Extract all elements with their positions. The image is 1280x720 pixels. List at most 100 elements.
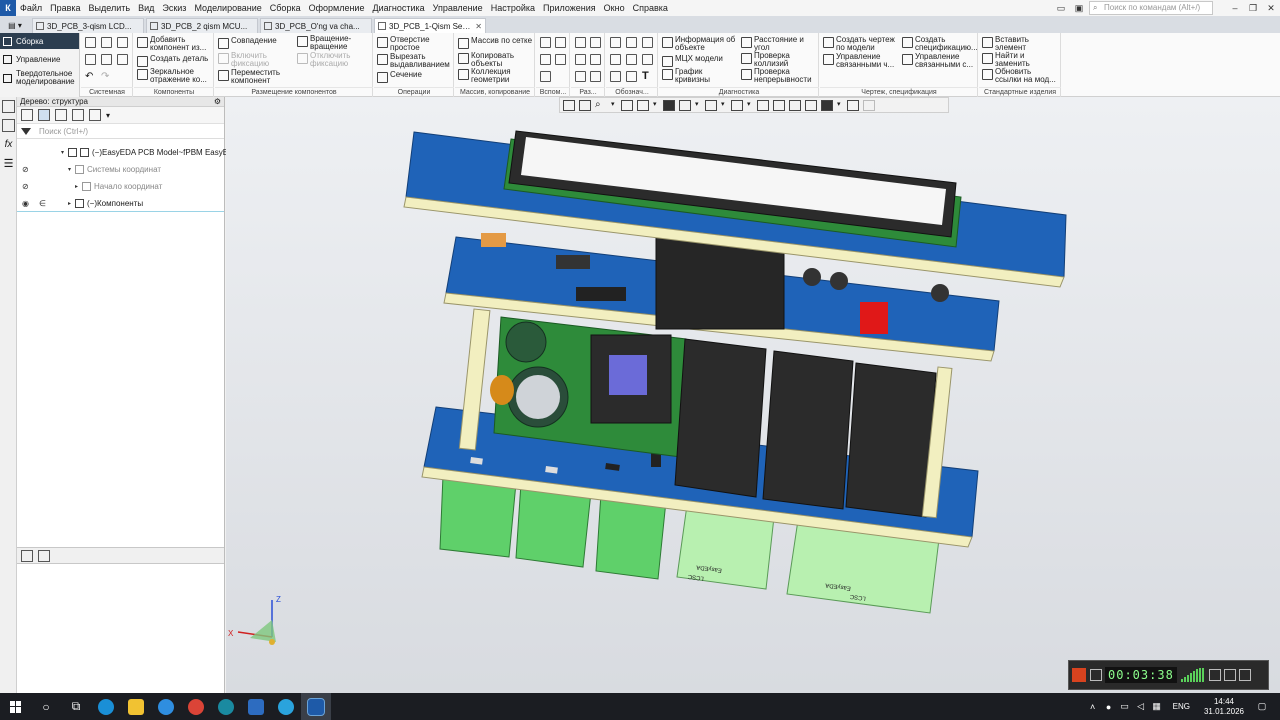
tab-doc-1[interactable]: 3D_PCB_3-qism LCD... (32, 18, 144, 33)
tab-doc-3[interactable]: 3D_PCB_O'ng va cha... (260, 18, 372, 33)
update-links-button[interactable]: Обновить ссылки на мод... (982, 68, 1057, 84)
hidden-eye-icon[interactable]: ⊘ (22, 182, 29, 191)
print-icon[interactable] (85, 54, 96, 65)
collision-check-button[interactable]: Проверка коллизий (741, 52, 816, 68)
marking-icon[interactable] (642, 54, 653, 65)
filter-view-icon[interactable] (55, 109, 67, 121)
task-view-icon[interactable]: ⧉ (61, 693, 91, 720)
simple-hole-button[interactable]: Отверстие простое (377, 36, 452, 52)
tree-row-components[interactable]: ◉ ∈ ▸ (−)Компоненты (17, 195, 224, 212)
curvature-graph-button[interactable]: График кривизны (662, 68, 737, 84)
geometry-collection-button[interactable]: Коллекция геометрии (458, 68, 533, 84)
tree-search-input[interactable]: Поиск (Ctrl+/) (39, 127, 88, 136)
tree-panel-icon[interactable] (2, 100, 15, 113)
aux-plane-icon[interactable] (540, 37, 551, 48)
timer-icon[interactable] (1090, 669, 1102, 681)
menu-apps[interactable]: Приложения (539, 0, 600, 16)
mass-props-button[interactable]: МЦХ модели (662, 55, 723, 67)
menu-view[interactable]: Вид (134, 0, 158, 16)
new-doc-icon[interactable] (85, 37, 96, 48)
usb-icon[interactable]: ▭ (1117, 701, 1133, 712)
language-indicator[interactable]: ENG (1173, 702, 1190, 711)
rotation-button[interactable]: Вращение-вращение (297, 35, 372, 51)
microphone-icon[interactable]: ● (1101, 702, 1117, 712)
properties-panel-icon[interactable] (2, 119, 15, 132)
edge-app[interactable] (91, 693, 121, 720)
weld-icon[interactable] (626, 54, 637, 65)
dim-icon[interactable] (575, 37, 586, 48)
menu-edit[interactable]: Правка (46, 0, 84, 16)
include-flag-icon[interactable]: ∈ (39, 199, 46, 208)
close-icon[interactable]: ✕ (1262, 0, 1280, 16)
manage-linked-drawings-button[interactable]: Управление связанными ч... (823, 53, 898, 69)
tree-row-coord-systems[interactable]: ⊘ ▾ Системы координат (17, 161, 224, 178)
tolerance-icon[interactable] (610, 54, 621, 65)
insert-element-button[interactable]: Вставить элемент (982, 36, 1057, 52)
menu-select[interactable]: Выделить (85, 0, 135, 16)
aux-axis-icon[interactable] (555, 37, 566, 48)
distance-angle-button[interactable]: Расстояние и угол (741, 36, 816, 52)
tree-view-icon[interactable] (21, 549, 33, 562)
mode-solid-modeling[interactable]: Твердотельное моделирование (0, 67, 79, 89)
explorer-app[interactable] (121, 693, 151, 720)
relays[interactable] (674, 338, 937, 518)
tabs-menu-icon[interactable]: ▤ ▾ (0, 18, 30, 33)
record-stop-button[interactable] (1072, 668, 1086, 682)
dim-angle-icon[interactable] (590, 37, 601, 48)
easyeda-app[interactable] (211, 693, 241, 720)
undo-icon[interactable]: ↶ (85, 71, 96, 82)
restore-icon[interactable]: ❐ (1244, 0, 1262, 16)
filter-icon[interactable] (21, 127, 31, 135)
close-icon[interactable] (1238, 669, 1251, 681)
properties-icon[interactable] (101, 54, 112, 65)
search-icon[interactable]: ○ (31, 693, 61, 720)
manage-linked-specs-button[interactable]: Управление связанными с... (902, 53, 977, 69)
disable-fix-button[interactable]: Отключить фиксацию (297, 52, 372, 68)
save-as-icon[interactable] (117, 54, 128, 65)
menu-assembly[interactable]: Сборка (266, 0, 305, 16)
menu-window[interactable]: Окно (600, 0, 629, 16)
power-board[interactable] (490, 316, 687, 458)
save-icon[interactable] (117, 37, 128, 48)
leader-icon[interactable] (610, 37, 621, 48)
layout-icon[interactable]: ▭ (1052, 0, 1070, 16)
doc-list-icon[interactable] (38, 549, 50, 562)
thread-icon[interactable] (610, 71, 621, 82)
open-icon[interactable] (101, 37, 112, 48)
grid-view-icon[interactable] (72, 109, 84, 121)
redo-icon[interactable]: ↷ (101, 71, 112, 82)
close-icon[interactable]: ✕ (475, 22, 482, 31)
section-button[interactable]: Сечение (377, 71, 422, 83)
screen-icon[interactable]: ▣ (1070, 0, 1088, 16)
tab-doc-2[interactable]: 3D_PCB_2 qism MCU... (146, 18, 258, 33)
collapse-arrow-icon[interactable]: ▾ (68, 166, 71, 173)
text-icon[interactable]: T (642, 71, 653, 82)
menu-diagnostics[interactable]: Диагностика (368, 0, 428, 16)
menu-file[interactable]: Файл (16, 0, 46, 16)
object-info-button[interactable]: Информация об объекте (662, 36, 737, 52)
create-spec-button[interactable]: Создать спецификацию... (902, 36, 978, 52)
datum-icon[interactable] (642, 37, 653, 48)
gear-icon[interactable]: ⚙ (214, 97, 221, 107)
telegram-app[interactable] (271, 693, 301, 720)
settings-icon[interactable] (1223, 669, 1236, 681)
list-options-icon[interactable] (89, 109, 101, 121)
enable-fix-button[interactable]: Включить фиксацию (218, 52, 293, 68)
position-icon[interactable] (626, 71, 637, 82)
find-replace-button[interactable]: Найти и заменить (982, 52, 1057, 68)
chevron-down-icon[interactable]: ▾ (106, 111, 110, 120)
copy-objects-button[interactable]: Копировать объекты (458, 52, 533, 68)
webcam-icon[interactable] (1208, 669, 1221, 681)
coincide-button[interactable]: Совпадение (218, 37, 277, 49)
dim-auto-icon[interactable] (575, 71, 586, 82)
grid-array-button[interactable]: Массив по сетке (458, 37, 532, 49)
menu-settings[interactable]: Настройка (487, 0, 539, 16)
chrome-app[interactable] (181, 693, 211, 720)
visible-eye-icon[interactable]: ◉ (22, 199, 29, 208)
notifications-icon[interactable]: ▢ (1254, 701, 1270, 712)
roughness-icon[interactable] (626, 37, 637, 48)
minimize-icon[interactable]: – (1226, 0, 1244, 16)
hidden-eye-icon[interactable]: ⊘ (22, 165, 29, 174)
menu-drafting[interactable]: Оформление (305, 0, 369, 16)
variables-panel-icon[interactable]: fx (2, 138, 15, 151)
